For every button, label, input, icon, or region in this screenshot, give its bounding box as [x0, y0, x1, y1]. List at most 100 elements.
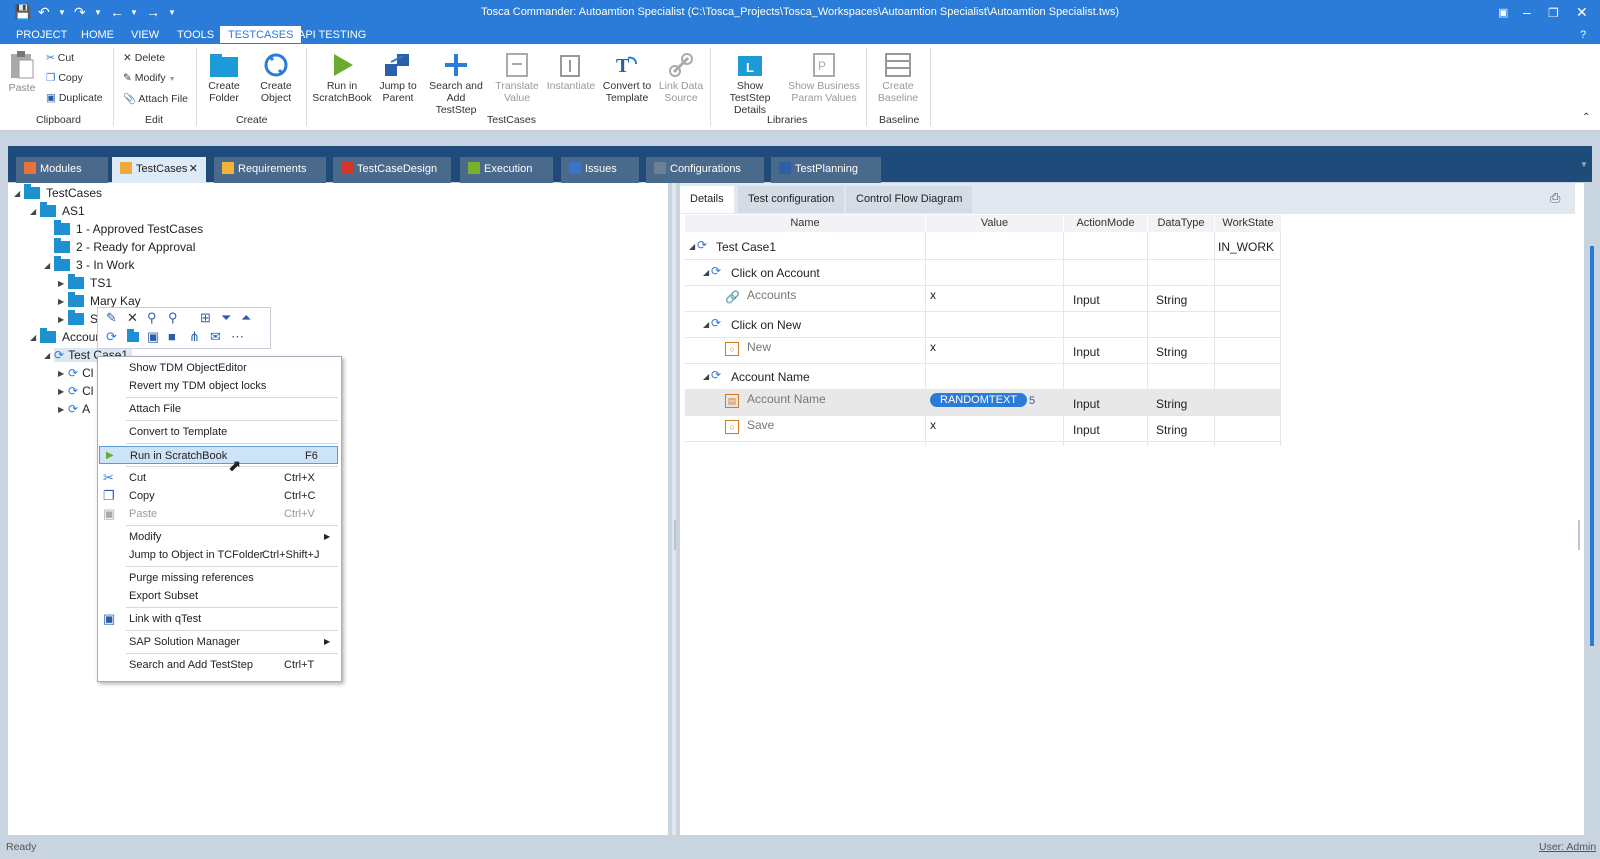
tree-node-step-2[interactable]: ⟳ Cl	[68, 384, 93, 398]
tab-test-configuration[interactable]: Test configuration	[738, 186, 845, 213]
row-value[interactable]: x	[930, 340, 936, 354]
comment-icon[interactable]: ✉	[210, 329, 221, 345]
collapse-arrow-icon[interactable]: ◢	[44, 351, 50, 360]
collapse-arrow-icon[interactable]: ◢	[703, 320, 709, 329]
row-value[interactable]: x	[930, 288, 936, 302]
menu-item-run-scratchbook[interactable]: ▶ Run in ScratchBook F6	[99, 446, 338, 464]
instantiate-button[interactable]: Instantiate	[546, 52, 596, 92]
menu-testcases[interactable]: TESTCASES	[220, 26, 302, 43]
column-header-name[interactable]: Name	[685, 215, 925, 232]
collapse-arrow-icon[interactable]: ◢	[703, 372, 709, 381]
duplicate-button[interactable]: ▣ Duplicate	[46, 92, 103, 104]
tab-configurations[interactable]: Configurations	[646, 157, 764, 183]
expand-arrow-icon[interactable]: ▶	[58, 369, 64, 378]
column-header-datatype[interactable]: DataType	[1148, 215, 1214, 232]
menu-view[interactable]: VIEW	[131, 29, 159, 41]
scrollbar[interactable]	[1590, 246, 1594, 646]
menu-item-paste[interactable]: ▣ Paste Ctrl+V	[98, 505, 341, 523]
tab-issues[interactable]: Issues	[561, 157, 639, 183]
delete-button[interactable]: ✕ Delete	[123, 52, 165, 64]
table-row[interactable]: ◢ ⟳ Account Name	[685, 363, 1280, 390]
splitter[interactable]	[672, 183, 676, 835]
paste-button[interactable]: Paste	[6, 50, 38, 94]
menu-item-copy[interactable]: ❐ Copy Ctrl+C	[98, 487, 341, 505]
restore-button[interactable]: ❐	[1548, 6, 1559, 20]
collapse-arrow-icon[interactable]: ◢	[30, 333, 36, 342]
tree-node-ready[interactable]: 2 - Ready for Approval	[54, 238, 195, 254]
tree-node-mary-kay[interactable]: Mary Kay	[68, 292, 141, 308]
search-icon[interactable]: ⚲	[147, 310, 157, 326]
tab-details[interactable]: Details	[680, 186, 734, 213]
convert-template-button[interactable]: T Convert to Template	[600, 52, 654, 104]
menu-item-attach-file[interactable]: Attach File	[98, 400, 341, 418]
table-row[interactable]: ◢ ⟳ Click on Account	[685, 259, 1280, 286]
menu-home[interactable]: HOME	[81, 29, 114, 41]
jump-parent-button[interactable]: Jump to Parent	[376, 52, 420, 104]
expand-all-icon[interactable]: ⊞	[200, 310, 211, 326]
create-baseline-button[interactable]: Create Baseline	[872, 52, 924, 104]
menu-item-export-subset[interactable]: Export Subset	[98, 587, 341, 605]
attach-file-button[interactable]: 📎 Attach File	[123, 92, 188, 105]
more-icon[interactable]: ⋯	[231, 329, 244, 345]
table-row[interactable]: ◢ ⟳ Click on New	[685, 311, 1280, 338]
tab-testcases[interactable]: TestCases ✕	[112, 157, 206, 183]
tree-node-in-work[interactable]: 3 - In Work	[54, 256, 134, 272]
row-value-extra[interactable]: 5	[1029, 395, 1035, 407]
run-scratchbook-button[interactable]: Run in ScratchBook	[312, 52, 372, 104]
collapse-arrow-icon[interactable]: ◢	[689, 242, 695, 251]
tree-node-step-1[interactable]: ⟳ Cl	[68, 366, 93, 380]
menu-item-purge[interactable]: Purge missing references	[98, 569, 341, 587]
table-row[interactable]: ○ Save x Input String	[685, 415, 1280, 442]
collapse-arrow-icon[interactable]: ◢	[14, 189, 20, 198]
column-header-workstate[interactable]: WorkState	[1215, 215, 1281, 232]
refresh-icon[interactable]: ⟳	[106, 329, 117, 345]
link-data-source-button[interactable]: Link Data Source	[658, 52, 704, 104]
menu-tools[interactable]: TOOLS	[177, 29, 214, 41]
tree-node-ts1[interactable]: TS1	[68, 274, 112, 290]
tab-control-flow-diagram[interactable]: Control Flow Diagram	[846, 186, 973, 213]
close-tab-icon[interactable]: ✕	[189, 157, 198, 181]
row-actionmode[interactable]: Input	[1073, 397, 1100, 411]
close-button[interactable]: ✕	[1576, 4, 1588, 21]
print-icon[interactable]: ⎙	[1550, 190, 1560, 206]
tab-requirements[interactable]: Requirements	[214, 157, 326, 183]
collapse-arrow-icon[interactable]: ◢	[44, 261, 50, 270]
collapse-up-icon[interactable]: ⏶	[241, 310, 251, 326]
menu-item-convert-template[interactable]: Convert to Template	[98, 423, 341, 441]
search-add-teststep-button[interactable]: Search and Add TestStep	[426, 52, 486, 116]
table-row[interactable]: ◢ ⟳ Test Case1 IN_WORK	[685, 233, 1280, 260]
cut-button[interactable]: ✂ Cut	[46, 52, 74, 64]
user-link[interactable]: User: Admin	[1539, 841, 1596, 853]
menu-item-modify[interactable]: Modify ▶	[98, 528, 341, 546]
tab-modules[interactable]: Modules	[16, 157, 108, 183]
column-header-actionmode[interactable]: ActionMode	[1064, 215, 1147, 232]
menu-item-jump-object[interactable]: Jump to Object in TCFolder Ctrl+Shift+J	[98, 546, 341, 564]
delete-icon[interactable]: ✕	[127, 310, 138, 326]
collapse-ribbon-icon[interactable]: ⌃	[1582, 112, 1590, 123]
translate-value-button[interactable]: Translate Value	[492, 52, 542, 104]
expand-arrow-icon[interactable]: ▶	[58, 297, 64, 306]
edit-icon[interactable]: ✎	[106, 310, 117, 326]
row-actionmode[interactable]: Input	[1073, 293, 1100, 307]
expand-arrow-icon[interactable]: ▶	[58, 315, 64, 324]
tab-testplanning[interactable]: TestPlanning	[771, 157, 881, 183]
tab-execution[interactable]: Execution	[460, 157, 553, 183]
table-row[interactable]: 🔗 Accounts x Input String	[685, 285, 1280, 312]
create-folder-button[interactable]: Create Folder	[202, 52, 246, 104]
table-row-selected[interactable]: ▤ Account Name RANDOMTEXT 5 Input String	[685, 389, 1280, 416]
tree-node-step-3[interactable]: ⟳ A	[68, 402, 90, 416]
table-row[interactable]: ○ New x Input String	[685, 337, 1280, 364]
tree-node-approved[interactable]: 1 - Approved TestCases	[54, 220, 203, 236]
menu-item-cut[interactable]: ✂ Cut Ctrl+X	[98, 469, 341, 487]
menu-item-show-tdm[interactable]: Show TDM ObjectEditor	[98, 359, 341, 377]
row-value[interactable]: x	[930, 418, 936, 432]
splitter-handle[interactable]	[1578, 520, 1580, 550]
tab-testcasedesign[interactable]: TestCaseDesign	[333, 157, 451, 183]
create-object-button[interactable]: Create Object	[254, 52, 298, 104]
config-icon[interactable]: ■	[168, 329, 176, 344]
menu-item-sap[interactable]: SAP Solution Manager ▶	[98, 633, 341, 651]
folder-icon[interactable]	[127, 329, 145, 343]
modify-button[interactable]: ✎ Modify ▼	[123, 72, 176, 84]
show-teststep-details-button[interactable]: L Show TestStep Details	[716, 52, 784, 116]
expand-down-icon[interactable]: ⏷	[221, 310, 231, 326]
